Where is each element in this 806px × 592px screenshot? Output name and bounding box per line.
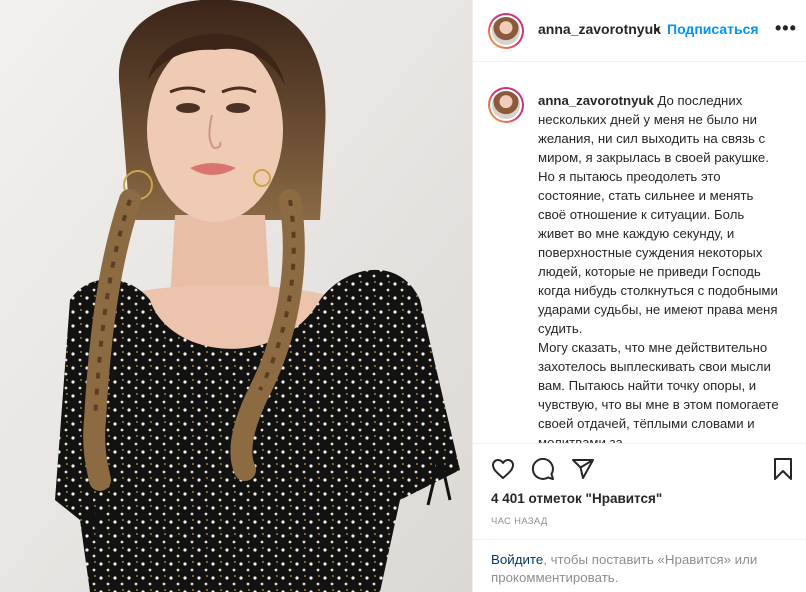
likes-count[interactable]: 4 401 отметок "Нравится" xyxy=(491,491,662,506)
more-options-icon[interactable]: ••• xyxy=(775,18,797,39)
post-time[interactable]: ЧАС НАЗАД xyxy=(491,516,548,527)
caption-avatar[interactable] xyxy=(488,87,524,123)
post-header: anna_zavorotnyuk • Подписаться ••• xyxy=(473,0,806,62)
share-icon[interactable] xyxy=(571,457,595,486)
caption-paragraph-2: Могу сказать, что мне действительно захо… xyxy=(538,340,779,444)
action-bar xyxy=(473,444,806,492)
comments-area[interactable]: anna_zavorotnyuk До последних нескольких… xyxy=(473,62,806,444)
heart-icon[interactable] xyxy=(491,457,515,486)
post-side-panel: anna_zavorotnyuk • Подписаться ••• anna_… xyxy=(472,0,806,592)
caption-username-link[interactable]: anna_zavorotnyuk xyxy=(538,93,654,108)
user-avatar[interactable] xyxy=(488,13,524,49)
comment-icon[interactable] xyxy=(531,457,555,486)
login-link[interactable]: Войдите xyxy=(491,552,543,567)
login-prompt: Войдите, чтобы поставить «Нравится» или … xyxy=(473,539,806,592)
post-photo[interactable] xyxy=(0,0,472,592)
separator-dot: • xyxy=(655,21,660,37)
follow-button[interactable]: Подписаться xyxy=(667,21,759,37)
woman-portrait-image xyxy=(0,0,472,592)
post-caption: anna_zavorotnyuk До последних нескольких… xyxy=(538,91,782,444)
bookmark-icon[interactable] xyxy=(771,457,795,486)
caption-paragraph-1: До последних нескольких дней у меня не б… xyxy=(538,93,778,336)
header-username-link[interactable]: anna_zavorotnyuk xyxy=(538,21,661,37)
